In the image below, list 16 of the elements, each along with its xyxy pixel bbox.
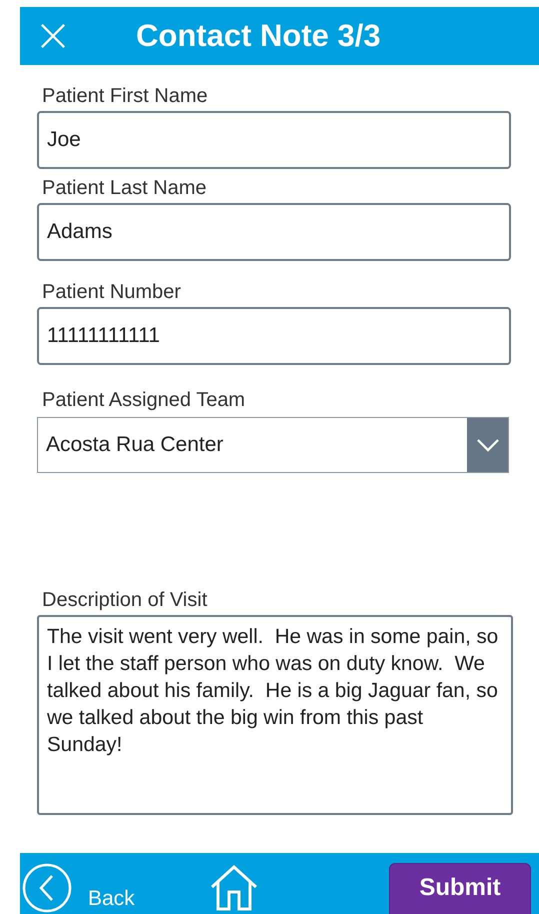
field-label: Description of Visit xyxy=(42,588,208,613)
chevron-down-icon xyxy=(476,438,498,452)
input-field[interactable]: Adams xyxy=(37,203,511,261)
submit-button[interactable]: Submit xyxy=(389,863,531,914)
input-field[interactable]: 11111111111 xyxy=(37,307,511,365)
field-label: Patient Assigned Team xyxy=(42,388,246,413)
screen-title: Contact Note 3/3 xyxy=(136,18,381,54)
close-icon[interactable] xyxy=(40,23,66,49)
input-field[interactable]: Joe xyxy=(37,111,511,169)
back-icon[interactable] xyxy=(22,863,72,913)
text-area[interactable]: The visit went very well. He was in some pain, so I let the staff person who was on duty know. We talked about his family. He is a big Jaguar fan, so we talked about the big win from this past Sunday! xyxy=(37,615,513,815)
dropdown[interactable]: Acosta Rua Center xyxy=(37,417,509,473)
field-label: Patient First Name xyxy=(42,84,208,109)
home-icon[interactable] xyxy=(208,865,259,911)
field-label: Patient Number xyxy=(42,280,181,305)
field-label: Patient Last Name xyxy=(42,176,207,201)
